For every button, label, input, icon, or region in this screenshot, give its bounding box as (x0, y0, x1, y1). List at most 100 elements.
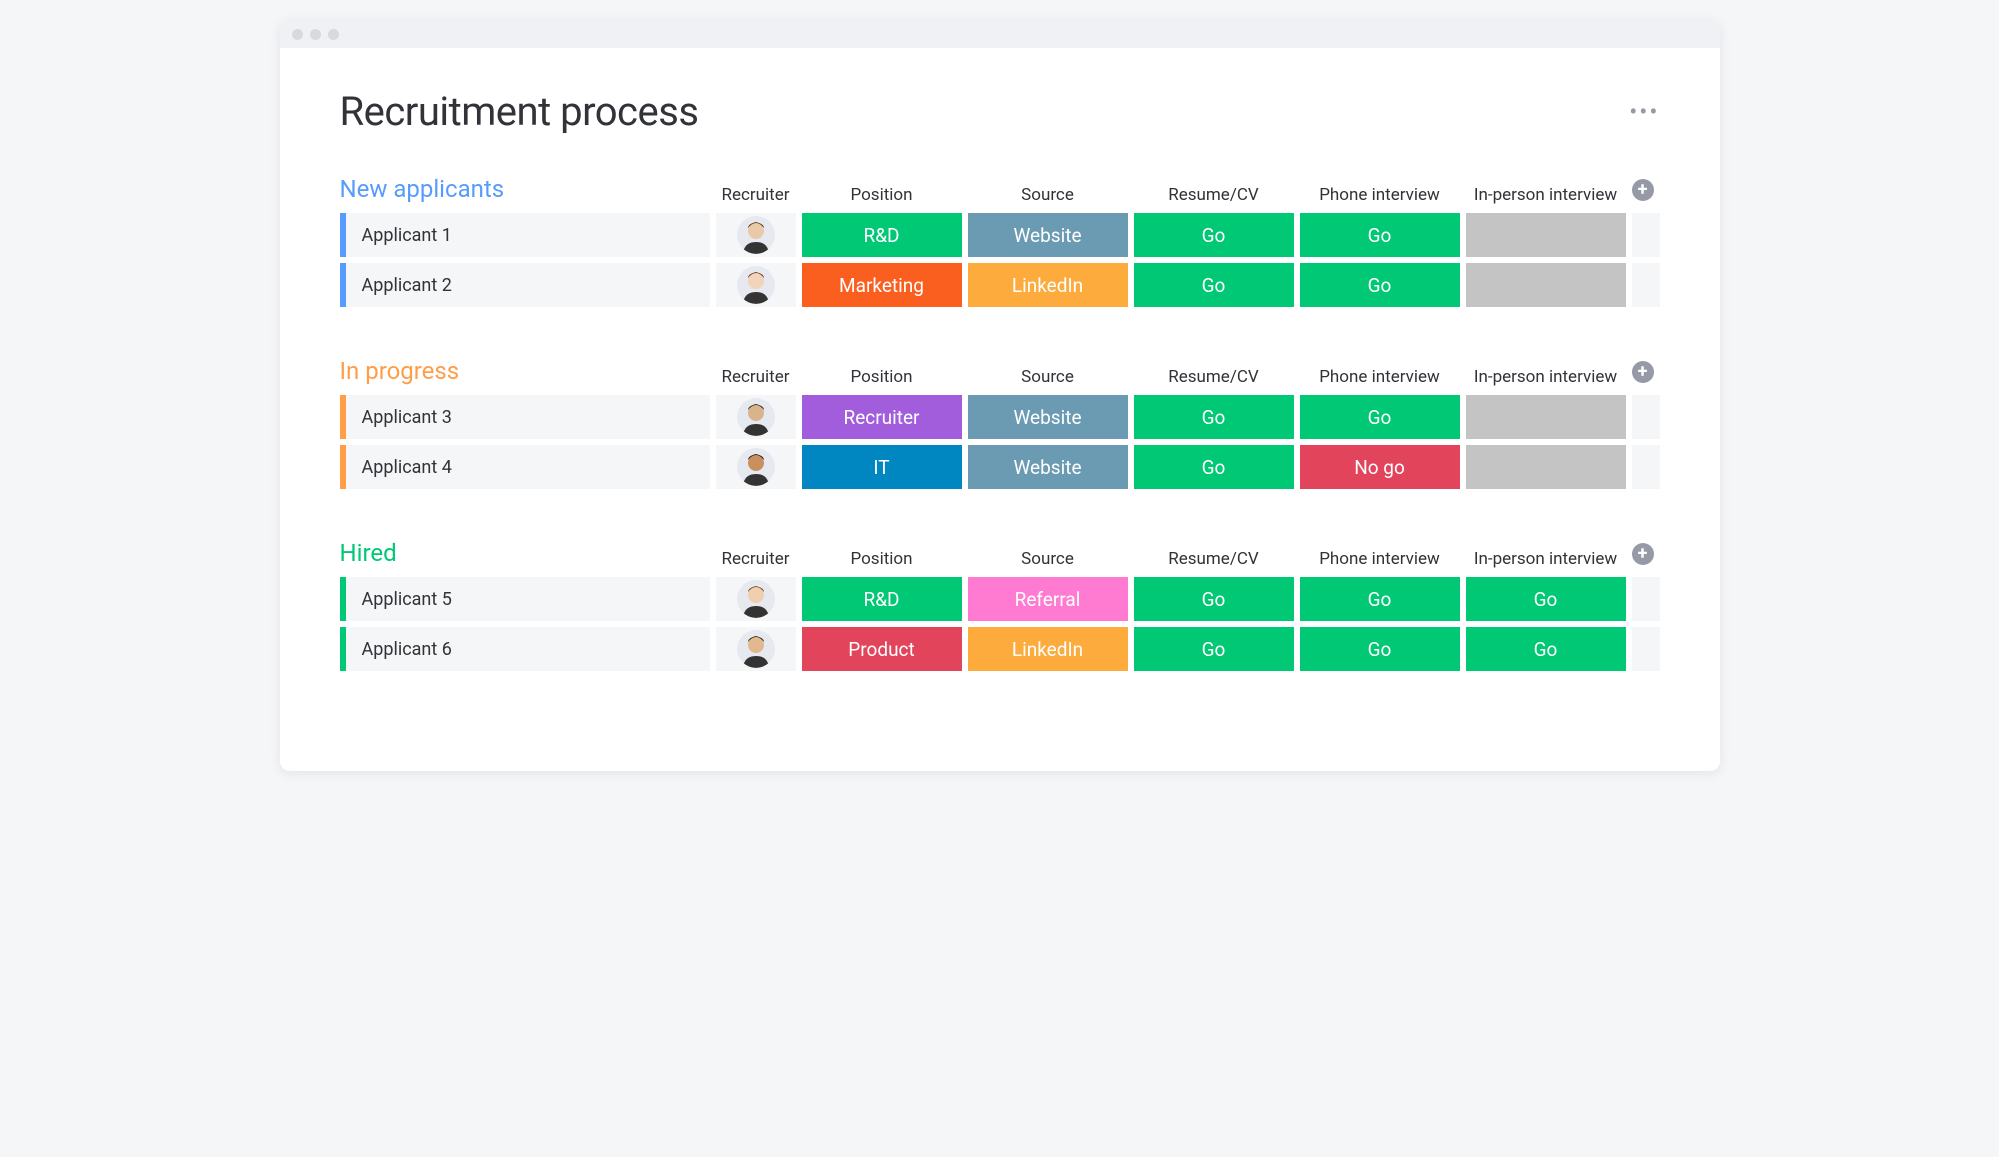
phone-cell[interactable]: No go (1300, 445, 1460, 489)
page-title: Recruitment process (340, 88, 699, 135)
item-name-cell[interactable]: Applicant 6 (340, 627, 710, 671)
position-cell[interactable]: Recruiter (802, 395, 962, 439)
column-header-position[interactable]: Position (802, 367, 962, 387)
column-header-source[interactable]: Source (968, 549, 1128, 569)
position-cell[interactable]: R&D (802, 213, 962, 257)
item-name-cell[interactable]: Applicant 1 (340, 213, 710, 257)
group-title[interactable]: In progress (340, 357, 710, 387)
group-green: Hired Recruiter Position Source Resume/C… (340, 539, 1660, 671)
group-title[interactable]: Hired (340, 539, 710, 569)
phone-label: Go (1368, 274, 1392, 297)
item-name: Applicant 6 (362, 639, 452, 660)
group-header: In progress Recruiter Position Source Re… (340, 357, 1660, 387)
phone-label: Go (1368, 406, 1392, 429)
board-menu-button[interactable]: ••• (1629, 98, 1659, 126)
group-blue: New applicants Recruiter Position Source… (340, 175, 1660, 307)
app-window: Recruitment process ••• New applicants R… (280, 20, 1720, 771)
source-label: Website (1013, 456, 1081, 479)
resume-label: Go (1202, 406, 1226, 429)
column-header-inperson[interactable]: In-person interview (1466, 549, 1626, 569)
row-end-cell (1632, 263, 1660, 307)
resume-cell[interactable]: Go (1134, 395, 1294, 439)
source-cell[interactable]: LinkedIn (968, 263, 1128, 307)
source-label: LinkedIn (1012, 274, 1083, 297)
resume-cell[interactable]: Go (1134, 213, 1294, 257)
source-cell[interactable]: Website (968, 395, 1128, 439)
window-control-minimize[interactable] (310, 29, 321, 40)
table-row[interactable]: Applicant 5 R&DReferralGoGoGo (340, 577, 1660, 621)
recruiter-avatar[interactable] (716, 627, 796, 671)
board-content: Recruitment process ••• New applicants R… (280, 48, 1720, 771)
phone-cell[interactable]: Go (1300, 213, 1460, 257)
inperson-cell[interactable]: Go (1466, 577, 1626, 621)
table-row[interactable]: Applicant 2 Marketing LinkedIn Go Go (340, 263, 1660, 307)
item-name-cell[interactable]: Applicant 3 (340, 395, 710, 439)
add-column-button[interactable]: + (1632, 361, 1654, 383)
phone-label: Go (1368, 638, 1392, 661)
position-cell[interactable]: Marketing (802, 263, 962, 307)
inperson-cell[interactable] (1466, 445, 1626, 489)
column-header-position[interactable]: Position (802, 549, 962, 569)
resume-cell[interactable]: Go (1134, 263, 1294, 307)
column-header-source[interactable]: Source (968, 185, 1128, 205)
column-header-source[interactable]: Source (968, 367, 1128, 387)
phone-cell[interactable]: Go (1300, 263, 1460, 307)
inperson-cell[interactable] (1466, 213, 1626, 257)
window-controls[interactable] (292, 29, 339, 40)
recruiter-avatar[interactable] (716, 395, 796, 439)
column-header-resume[interactable]: Resume/CV (1134, 367, 1294, 387)
column-header-inperson[interactable]: In-person interview (1466, 185, 1626, 205)
source-label: Referral (1015, 588, 1081, 611)
column-header-phone[interactable]: Phone interview (1300, 367, 1460, 387)
window-control-maximize[interactable] (328, 29, 339, 40)
inperson-cell[interactable] (1466, 263, 1626, 307)
column-header-resume[interactable]: Resume/CV (1134, 185, 1294, 205)
recruiter-avatar[interactable] (716, 577, 796, 621)
table-row[interactable]: Applicant 1 R&DWebsiteGoGo (340, 213, 1660, 257)
inperson-cell[interactable]: Go (1466, 627, 1626, 671)
recruiter-avatar[interactable] (716, 213, 796, 257)
group-orange: In progress Recruiter Position Source Re… (340, 357, 1660, 489)
column-header-phone[interactable]: Phone interview (1300, 549, 1460, 569)
phone-label: No go (1354, 456, 1405, 479)
phone-cell[interactable]: Go (1300, 577, 1460, 621)
page-header: Recruitment process ••• (340, 88, 1660, 135)
resume-cell[interactable]: Go (1134, 445, 1294, 489)
source-label: LinkedIn (1012, 638, 1083, 661)
column-header-inperson[interactable]: In-person interview (1466, 367, 1626, 387)
row-end-cell (1632, 445, 1660, 489)
column-header-recruiter[interactable]: Recruiter (716, 185, 796, 205)
recruiter-avatar[interactable] (716, 445, 796, 489)
column-header-position[interactable]: Position (802, 185, 962, 205)
position-cell[interactable]: IT (802, 445, 962, 489)
source-cell[interactable]: Website (968, 445, 1128, 489)
item-name-cell[interactable]: Applicant 2 (340, 263, 710, 307)
window-titlebar (280, 20, 1720, 48)
resume-cell[interactable]: Go (1134, 577, 1294, 621)
position-cell[interactable]: Product (802, 627, 962, 671)
group-title[interactable]: New applicants (340, 175, 710, 205)
resume-label: Go (1202, 274, 1226, 297)
recruiter-avatar[interactable] (716, 263, 796, 307)
table-row[interactable]: Applicant 4 IT Website Go No go (340, 445, 1660, 489)
source-cell[interactable]: Website (968, 213, 1128, 257)
column-header-recruiter[interactable]: Recruiter (716, 367, 796, 387)
window-control-close[interactable] (292, 29, 303, 40)
phone-cell[interactable]: Go (1300, 627, 1460, 671)
source-cell[interactable]: Referral (968, 577, 1128, 621)
group-header: Hired Recruiter Position Source Resume/C… (340, 539, 1660, 569)
add-column-button[interactable]: + (1632, 543, 1654, 565)
position-cell[interactable]: R&D (802, 577, 962, 621)
column-header-phone[interactable]: Phone interview (1300, 185, 1460, 205)
source-cell[interactable]: LinkedIn (968, 627, 1128, 671)
column-header-recruiter[interactable]: Recruiter (716, 549, 796, 569)
item-name-cell[interactable]: Applicant 5 (340, 577, 710, 621)
table-row[interactable]: Applicant 3 RecruiterWebsite Go Go (340, 395, 1660, 439)
inperson-cell[interactable] (1466, 395, 1626, 439)
phone-cell[interactable]: Go (1300, 395, 1460, 439)
column-header-resume[interactable]: Resume/CV (1134, 549, 1294, 569)
resume-cell[interactable]: Go (1134, 627, 1294, 671)
add-column-button[interactable]: + (1632, 179, 1654, 201)
table-row[interactable]: Applicant 6 Product LinkedIn Go Go Go (340, 627, 1660, 671)
item-name-cell[interactable]: Applicant 4 (340, 445, 710, 489)
